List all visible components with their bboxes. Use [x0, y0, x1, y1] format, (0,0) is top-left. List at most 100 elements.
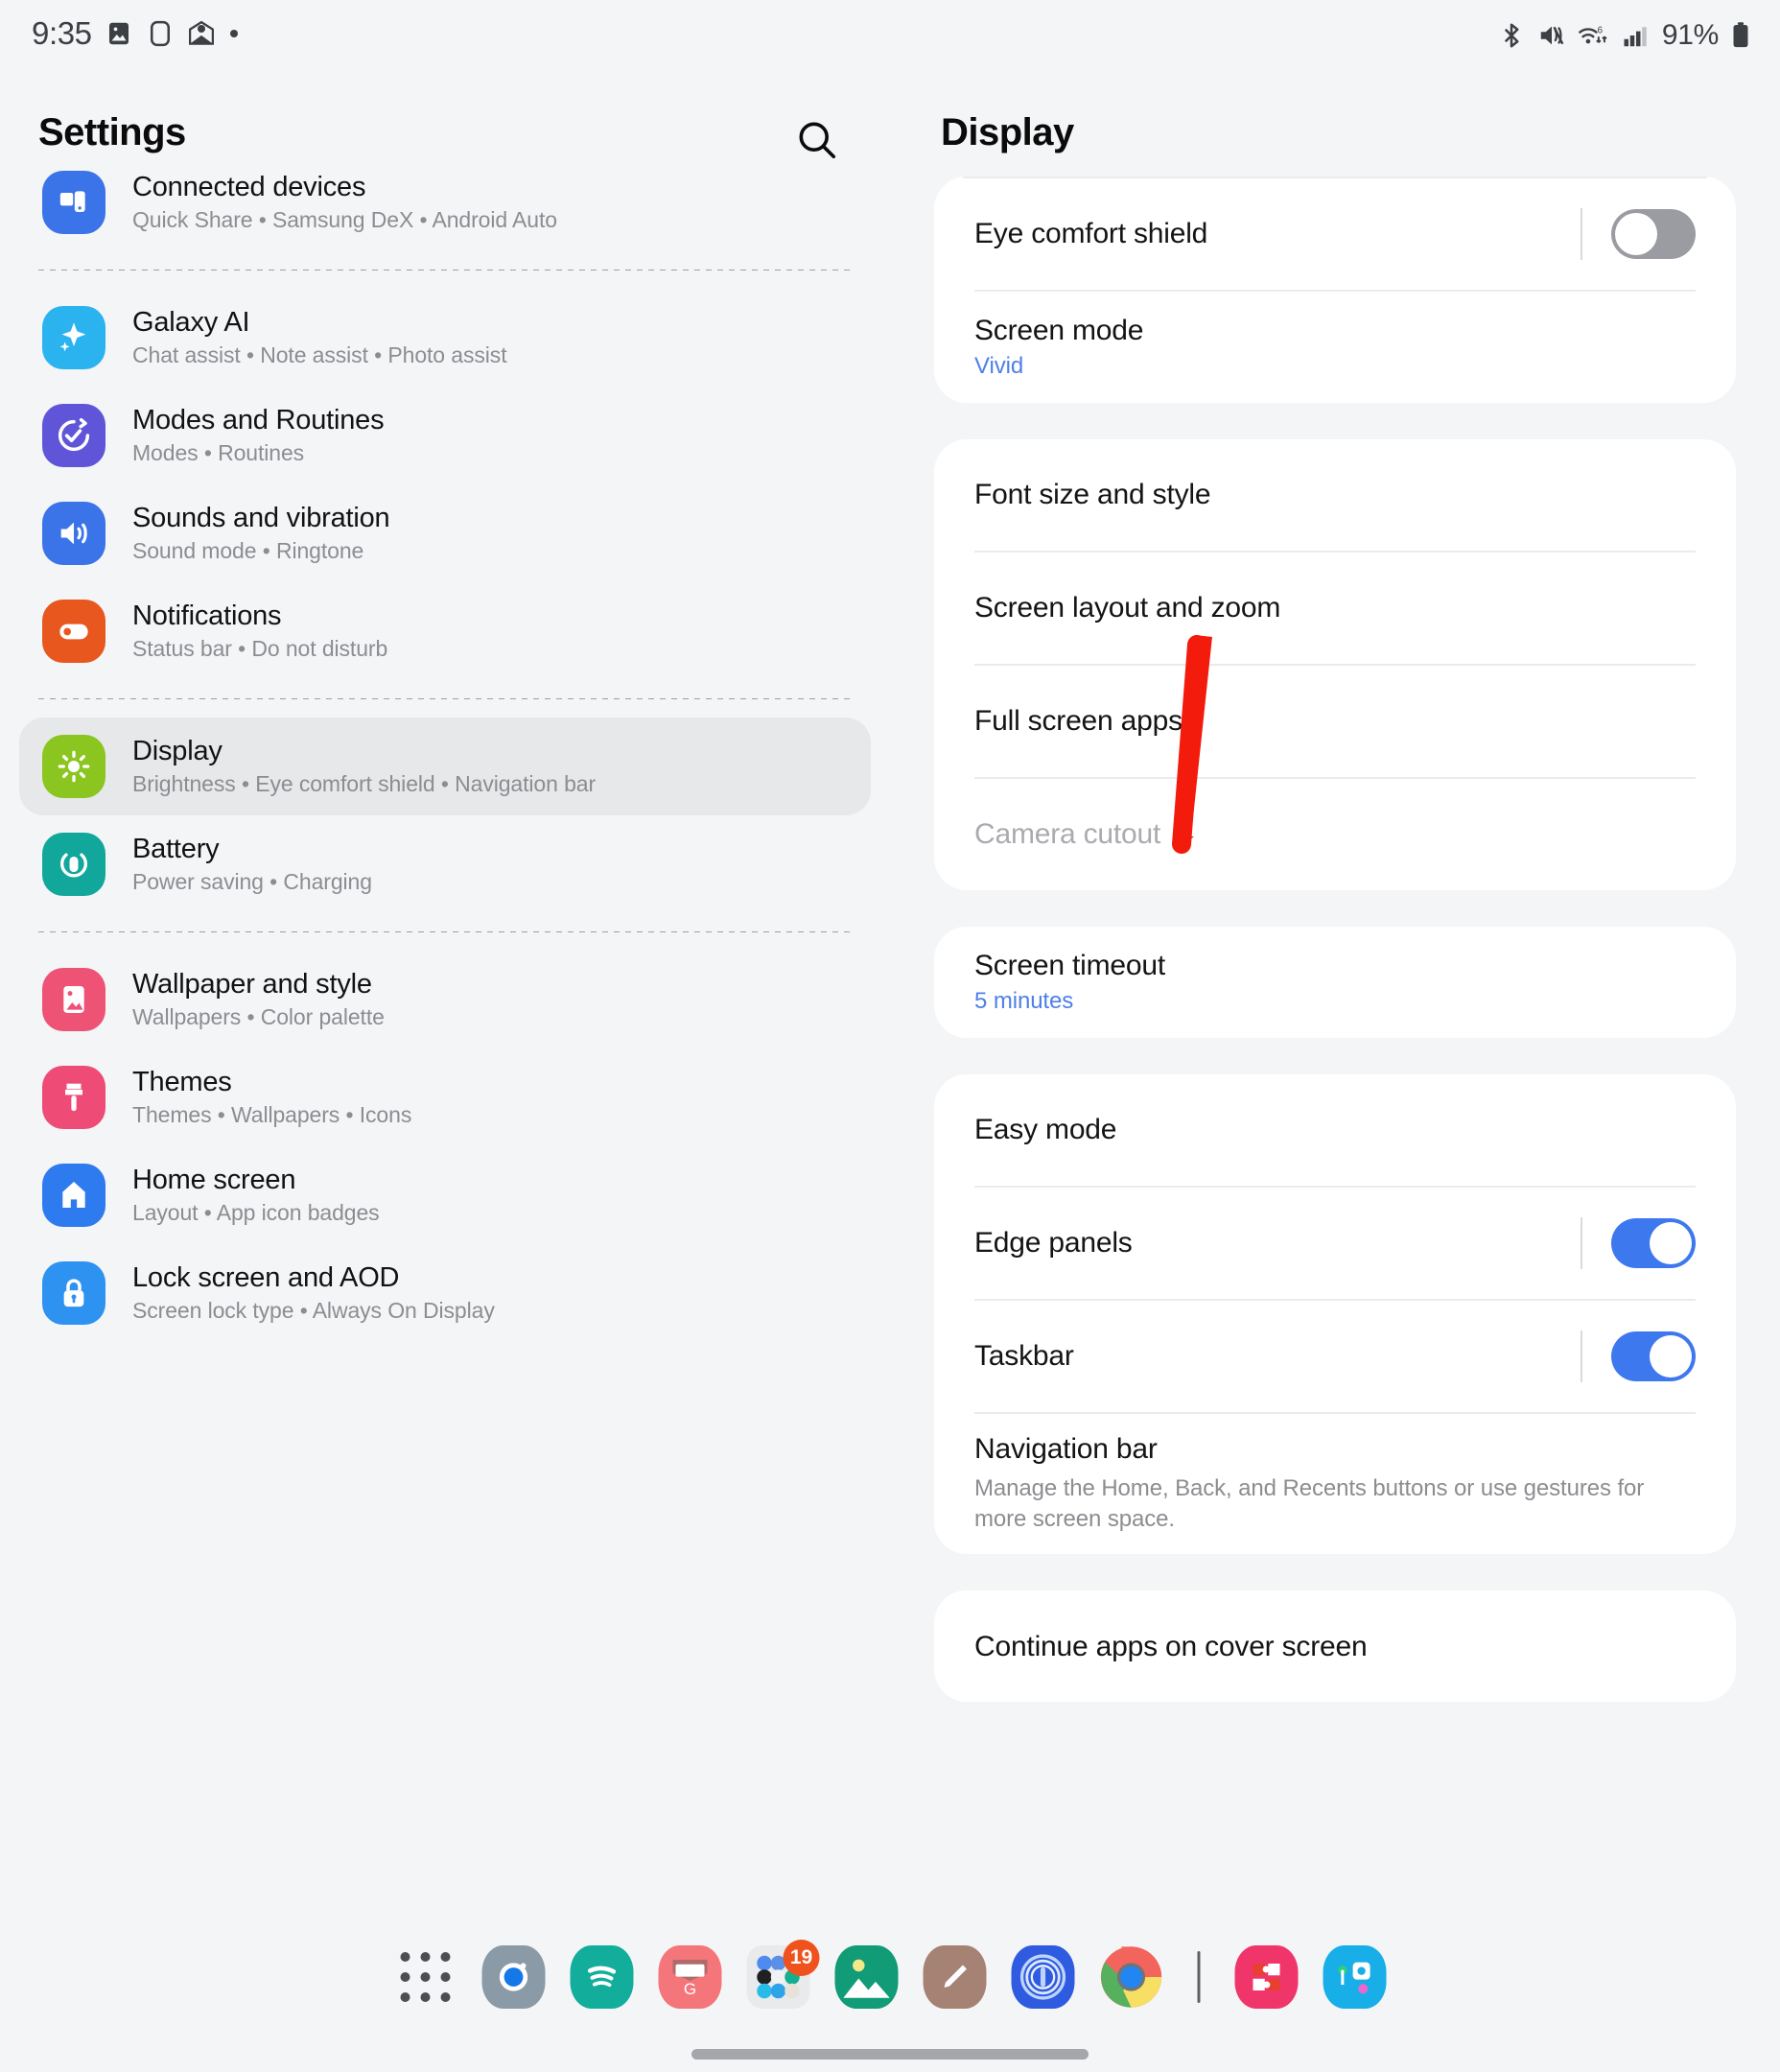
- sidebar-item-label: Modes and Routines: [132, 405, 385, 436]
- sidebar-separator: [38, 931, 852, 932]
- modes-routines-icon: [42, 404, 105, 467]
- setting-row-taskbar[interactable]: Taskbar: [934, 1301, 1736, 1412]
- display-page-title: Display: [941, 111, 1074, 153]
- sidebar-item-label: Lock screen and AOD: [132, 1262, 400, 1294]
- sidebar-item-lock-screen-and-aod[interactable]: Lock screen and AOD Screen lock type • Al…: [19, 1244, 871, 1342]
- sidebar-item-galaxy-ai[interactable]: Galaxy AI Chat assist • Note assist • Pho…: [19, 289, 871, 387]
- setting-row-text: Edge panels: [974, 1208, 1581, 1279]
- goodlock-icon[interactable]: [1231, 1942, 1302, 2013]
- wallpaper-icon: [63, 986, 84, 1013]
- display-icon: [58, 750, 90, 783]
- settings-sidebar[interactable]: Settings Connected devices Quick Share • …: [0, 73, 890, 1924]
- camera-app-icon-glyph: [481, 1945, 546, 2009]
- toggle-separator: [1581, 1217, 1582, 1269]
- setting-row-screen-mode[interactable]: Screen mode Vivid: [934, 292, 1736, 403]
- toggle-switch[interactable]: [1611, 209, 1696, 259]
- setting-row-edge-panels[interactable]: Edge panels: [934, 1188, 1736, 1299]
- sound-icon: [42, 502, 105, 565]
- display-icon: [42, 735, 105, 798]
- gmail-icon[interactable]: G: [655, 1942, 726, 2013]
- setting-row-full-screen-apps[interactable]: Full screen apps: [934, 666, 1736, 777]
- sidebar-item-text: Connected devices Quick Share • Samsung D…: [132, 173, 557, 231]
- themes-icon: [42, 1066, 105, 1129]
- apps-grid-icon[interactable]: [390, 1942, 461, 2013]
- svg-text:G: G: [684, 1980, 696, 1998]
- sidebar-item-label: Sounds and vibration: [132, 503, 390, 534]
- signal-icon: [1624, 27, 1647, 47]
- sidebar-item-wallpaper-and-style[interactable]: Wallpaper and style Wallpapers • Color pa…: [19, 951, 871, 1048]
- sidebar-item-list[interactable]: Connected devices Quick Share • Samsung D…: [0, 153, 890, 1342]
- notes-icon-glyph: [923, 1945, 987, 2009]
- notifications-icon: [42, 600, 105, 663]
- home-indicator[interactable]: [691, 2049, 1089, 2060]
- toggle-switch[interactable]: [1611, 1331, 1696, 1381]
- setting-row-text: Screen mode Vivid: [974, 295, 1696, 399]
- setting-row-label: Screen mode: [974, 314, 1144, 346]
- display-card-list[interactable]: Eye comfort shield Screen mode Vivid Font s…: [890, 177, 1780, 1703]
- sidebar-item-connected-devices[interactable]: Connected devices Quick Share • Samsung D…: [19, 153, 871, 251]
- sidebar-item-home-screen[interactable]: Home screen Layout • App icon badges: [19, 1146, 871, 1244]
- smartthings-icon[interactable]: [1320, 1942, 1391, 2013]
- sidebar-item-notifications[interactable]: Notifications Status bar • Do not disturb: [19, 582, 871, 680]
- sidebar-item-text: Notifications Status bar • Do not disturb: [132, 601, 387, 660]
- modes-routines-icon: [58, 417, 90, 452]
- chrome-icon[interactable]: [1096, 1942, 1167, 2013]
- chrome-icon-glyph: [1100, 1945, 1163, 2009]
- setting-row-label: Navigation bar: [974, 1433, 1158, 1465]
- setting-row-text: Continue apps on cover screen: [974, 1612, 1696, 1683]
- notes-icon[interactable]: [920, 1942, 991, 2013]
- sidebar-separator: [38, 698, 852, 699]
- notification-badge: 19: [783, 1940, 820, 1976]
- sidebar-item-sounds-and-vibration[interactable]: Sounds and vibration Sound mode • Rington…: [19, 484, 871, 582]
- setting-row-label: Camera cutout: [974, 818, 1161, 851]
- camera-app-icon[interactable]: [479, 1942, 550, 2013]
- setting-row-label: Edge panels: [974, 1227, 1133, 1260]
- app-folder-icon-glyph: 19: [746, 1940, 820, 2009]
- gallery-icon-glyph: [834, 1945, 899, 2009]
- themes-icon: [65, 1083, 82, 1112]
- galaxy-ai-icon: [59, 322, 86, 352]
- sidebar-item-text: Display Brightness • Eye comfort shield •…: [132, 737, 596, 795]
- toggle-switch[interactable]: [1611, 1218, 1696, 1268]
- wallpaper-icon: [42, 968, 105, 1031]
- toggle-separator: [1581, 1330, 1582, 1382]
- setting-row-screen-layout-and-zoom[interactable]: Screen layout and zoom: [934, 553, 1736, 664]
- mail-icon: [188, 20, 214, 45]
- setting-row-screen-timeout[interactable]: Screen timeout 5 minutes: [934, 927, 1736, 1038]
- spotify-icon[interactable]: [567, 1942, 638, 2013]
- sidebar-item-subtitle: Quick Share • Samsung DeX • Android Auto: [132, 206, 557, 232]
- setting-row-eye-comfort-shield[interactable]: Eye comfort shield: [934, 178, 1736, 290]
- sidebar-item-modes-and-routines[interactable]: Modes and Routines Modes • Routines: [19, 387, 871, 484]
- dock-separator: [1197, 1951, 1201, 2003]
- battery-icon: [42, 833, 105, 896]
- taskbar-dock[interactable]: G 19: [0, 1924, 1780, 2072]
- setting-row-font-size-and-style[interactable]: Font size and style: [934, 439, 1736, 551]
- sidebar-item-subtitle: Modes • Routines: [132, 439, 305, 465]
- sidebar-item-display[interactable]: Display Brightness • Eye comfort shield •…: [19, 718, 871, 815]
- setting-row-continue-apps-on-cover-screen[interactable]: Continue apps on cover screen: [934, 1590, 1736, 1702]
- setting-row-text: Navigation bar Manage the Home, Back, and…: [974, 1414, 1696, 1554]
- home-screen-icon: [62, 1182, 85, 1208]
- settings-card: Eye comfort shield Screen mode Vivid: [934, 177, 1736, 403]
- sidebar-item-label: Wallpaper and style: [132, 969, 372, 1001]
- sidebar-item-themes[interactable]: Themes Themes • Wallpapers • Icons: [19, 1048, 871, 1146]
- setting-row-description: Manage the Home, Back, and Recents butto…: [974, 1474, 1645, 1532]
- settings-card: Continue apps on cover screen: [934, 1590, 1736, 1703]
- setting-row-easy-mode[interactable]: Easy mode: [934, 1074, 1736, 1186]
- setting-row-label: Continue apps on cover screen: [974, 1630, 1368, 1662]
- sidebar-item-subtitle: Chat assist • Note assist • Photo assist: [132, 341, 507, 367]
- setting-row-navigation-bar[interactable]: Navigation bar Manage the Home, Back, and…: [934, 1414, 1736, 1554]
- gallery-icon[interactable]: [831, 1942, 902, 2013]
- sidebar-item-text: Modes and Routines Modes • Routines: [132, 405, 385, 465]
- galaxy-ai-icon: [42, 306, 105, 369]
- bluetooth-icon: [1504, 23, 1519, 48]
- onepassword-icon[interactable]: [1008, 1942, 1079, 2013]
- sidebar-item-battery[interactable]: Battery Power saving • Charging: [19, 815, 871, 913]
- toggle-knob: [1650, 1335, 1692, 1377]
- sidebar-item-text: Home screen Layout • App icon badges: [132, 1166, 380, 1224]
- connected-devices-icon: [42, 171, 105, 234]
- display-settings-panel[interactable]: Display Eye comfort shield Screen mode Viv…: [890, 73, 1780, 1924]
- app-folder-icon[interactable]: 19: [743, 1940, 820, 2013]
- sidebar-item-label: Themes: [132, 1067, 232, 1098]
- gmail-icon-glyph: G: [658, 1945, 722, 2009]
